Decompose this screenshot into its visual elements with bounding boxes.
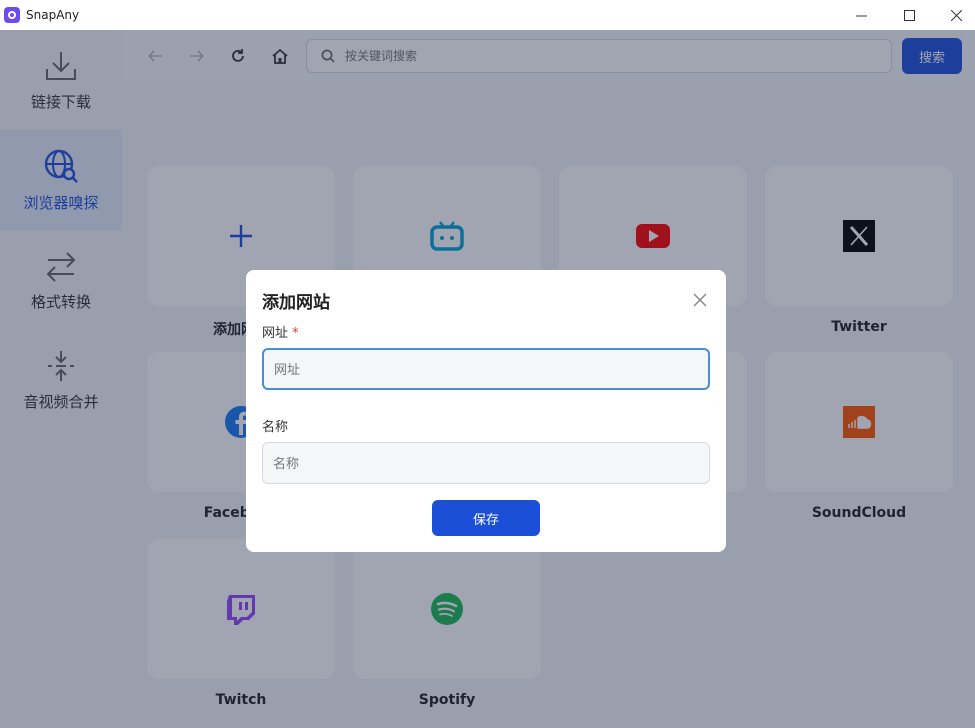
close-icon <box>693 293 707 307</box>
close-window-button[interactable] <box>933 0 975 30</box>
app-logo-icon <box>4 7 20 23</box>
maximize-button[interactable] <box>886 0 932 30</box>
required-mark: * <box>292 326 299 341</box>
maximize-icon <box>903 9 915 21</box>
url-label: 网址 * <box>262 322 299 341</box>
save-button[interactable]: 保存 <box>432 500 540 536</box>
add-site-dialog: 添加网站 网址* 名称 保存 <box>246 270 726 552</box>
minimize-icon <box>855 15 867 16</box>
dialog-close-button[interactable] <box>690 290 710 310</box>
title-bar: SnapAny <box>0 0 975 30</box>
name-label: 名称 <box>262 420 289 435</box>
url-field[interactable] <box>262 348 710 390</box>
minimize-button[interactable] <box>838 0 884 30</box>
dialog-title: 添加网站 <box>262 293 330 313</box>
app-title: SnapAny <box>26 8 80 22</box>
name-field[interactable] <box>262 442 710 484</box>
close-icon <box>950 9 962 21</box>
url-label-text: 网址 <box>262 326 289 341</box>
